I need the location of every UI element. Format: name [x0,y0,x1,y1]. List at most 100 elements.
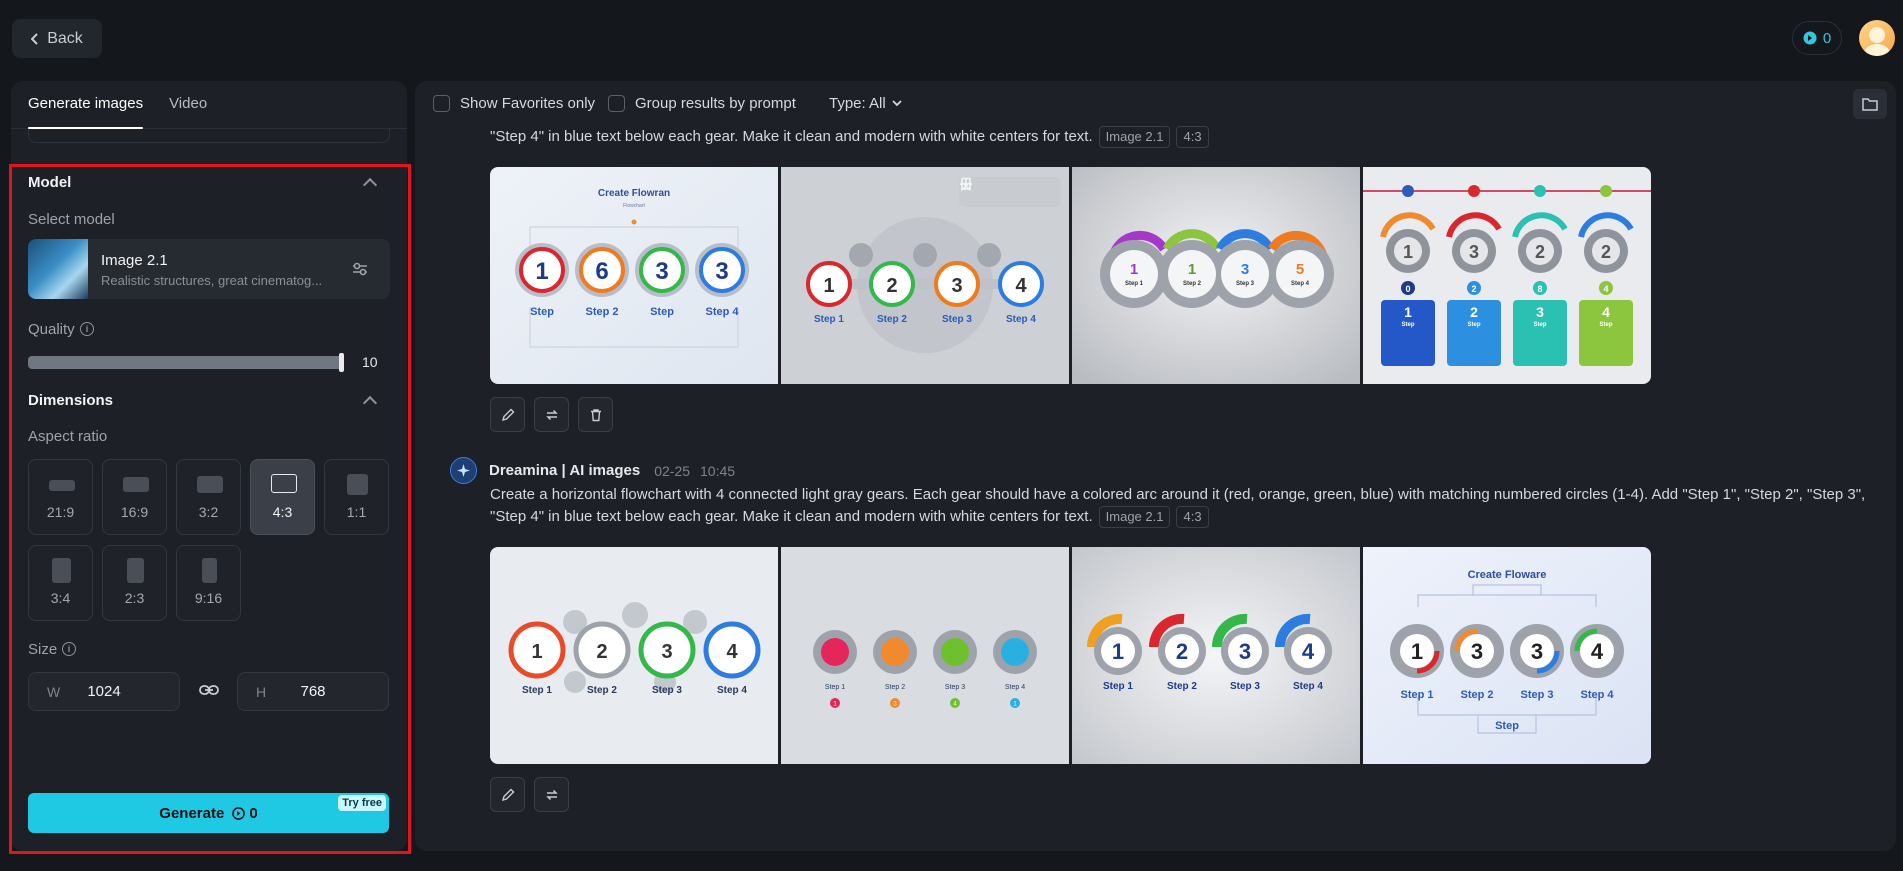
flowchart-image: 1 1 3 5 Step 1 Step 2 Step 3 Step 4 [1072,167,1360,384]
gear-number: 5 [1296,261,1304,278]
back-button[interactable]: Back [12,19,102,58]
credits-count: 0 [1822,29,1832,47]
gear-number: 3 [951,275,962,297]
quality-label: Quality [28,321,75,338]
ratio-3-4[interactable]: 3:4 [28,545,93,621]
credit-icon [1803,31,1817,45]
regenerate-button[interactable] [534,397,569,432]
type-dropdown[interactable]: Type: All [829,95,902,112]
dimensions-section-title: Dimensions [28,392,114,409]
badge-number: 2 [1471,284,1476,294]
result-image[interactable]: 1 2 3 4 Step 1 Step 2 Step 3 Step 4 [1072,547,1360,764]
ratio-label: 3:2 [198,504,219,520]
image-hover-toolbar [959,177,1061,207]
step-label: Step 2 [1167,681,1197,692]
gear-number: 3 [661,641,672,663]
flowchart-image: Create Floware 1 3 3 4 Step 1 Step 2 Ste… [1363,547,1651,764]
height-field[interactable]: H 768 [237,672,389,711]
favorites-label: Show Favorites only [460,95,596,112]
ratio-label: 3:4 [50,590,71,606]
ratio-shape [271,474,297,493]
ratio-1-1[interactable]: 1:1 [324,459,389,535]
gear-number: 1 [823,275,834,297]
model-description: Realistic structures, great cinematog... [101,273,323,288]
ratio-4-3[interactable]: 4:3 [250,459,315,535]
link-icon[interactable] [199,683,219,697]
flowchart-image: 1 3 2 2 0 2 8 4 1 2 3 4 Step Step Step S… [1363,167,1651,384]
width-field[interactable]: W 1024 [28,672,180,711]
select-model-label: Select model [28,211,115,228]
result-image[interactable]: 1 2 3 4 Step 1 Step 2 Step 3 Step 4 [490,547,778,764]
step-label: Step 1 [825,684,845,691]
gear-number: 6 [595,258,608,285]
ratio-label: 16:9 [120,504,149,520]
gear-number: 1 [531,641,542,663]
ratio-shape [123,477,149,492]
step-label: Step 3 [945,684,965,691]
ratio-3-2[interactable]: 3:2 [176,459,241,535]
result-image[interactable]: Create Floware 1 3 3 4 Step 1 Step 2 Ste… [1363,547,1651,764]
favorites-checkbox[interactable]: Show Favorites only [433,95,595,112]
regenerate-icon [545,409,558,420]
flowchart-image: Create Flowran Flowchart 1 6 3 3 Step St… [490,167,778,384]
aspect-ratio-label: Aspect ratio [28,428,108,445]
regenerate-button[interactable] [534,777,569,812]
step-label: Step 2 [885,684,905,691]
edit-button[interactable] [490,397,525,432]
gear-number: 4 [1591,639,1604,664]
post-time: 10:45 [700,462,736,479]
bookmark-icon[interactable] [959,177,973,191]
result-image[interactable]: Step 1 Step 2 Step 3 Step 4 1 3 4 1 [781,547,1069,764]
ratio-shape [127,558,144,583]
gear-number: 4 [1302,639,1315,664]
gear-number: 1 [1411,639,1423,664]
result-image[interactable]: Create Flowran Flowchart 1 6 3 3 Step St… [490,167,778,384]
gear-number: 1 [1188,261,1196,278]
tab-generate-images[interactable]: Generate images [28,95,144,129]
post-date: 02-25 [654,462,691,479]
gear-number: 1 [1112,639,1124,664]
result-image[interactable]: 1 1 3 5 Step 1 Step 2 Step 3 Step 4 [1072,167,1360,384]
edit-button[interactable] [490,777,525,812]
sliders-icon[interactable] [350,259,370,279]
step-label: Step 1 [522,685,552,696]
width-value: 1024 [87,683,121,700]
model-tag: Image 2.1 [1098,126,1171,148]
avatar[interactable] [1859,20,1895,56]
result-image[interactable]: 1 2 3 4 Step 1 Step 2 Step 3 Step 4 [781,167,1069,384]
step-label: Step 1 [1125,281,1144,287]
results-feed: Show Favorites only Group results by pro… [415,81,1896,851]
generate-button[interactable]: Generate 0 Try free [28,793,389,833]
quality-slider[interactable] [28,356,344,369]
quality-slider-handle[interactable] [339,353,344,372]
model-name: Image 2.1 [101,252,168,269]
group-label: Group results by prompt [635,95,796,112]
info-icon[interactable]: i [62,642,76,656]
step-label: Step 2 [587,685,617,696]
image-title: Create Flowran [598,188,670,199]
ratio-2-3[interactable]: 2:3 [102,545,167,621]
ratio-9-16[interactable]: 9:16 [176,545,241,621]
result-image[interactable]: 1 3 2 2 0 2 8 4 1 2 3 4 Step Step Step S… [1363,167,1651,384]
step-label: Step 4 [1006,314,1036,325]
image-row: Create Flowran Flowchart 1 6 3 3 Step St… [490,167,1651,384]
credits-badge[interactable]: 0 [1792,21,1842,55]
step-label: Step 3 [1236,281,1255,287]
gear-number: 2 [1601,242,1611,262]
ratio-label: 1:1 [346,504,367,520]
tab-video[interactable]: Video [169,95,207,129]
badge-number: 4 [1603,284,1608,294]
ratio-16-9[interactable]: 16:9 [102,459,167,535]
info-icon[interactable]: i [80,322,94,336]
group-by-prompt-checkbox[interactable]: Group results by prompt [608,95,796,112]
prompt-line: "Step 4" in blue text below each gear. M… [490,508,1093,525]
model-selector[interactable]: Image 2.1 Realistic structures, great ci… [28,239,390,299]
step-label: Step 2 [585,306,618,318]
chevron-left-icon [31,32,38,45]
ratio-21-9[interactable]: 21:9 [28,459,93,535]
step-label: Step 3 [1230,681,1260,692]
folder-button[interactable] [1853,89,1887,119]
size-label: Size [28,641,58,658]
ratio-shape [347,474,368,495]
delete-button[interactable] [578,397,613,432]
